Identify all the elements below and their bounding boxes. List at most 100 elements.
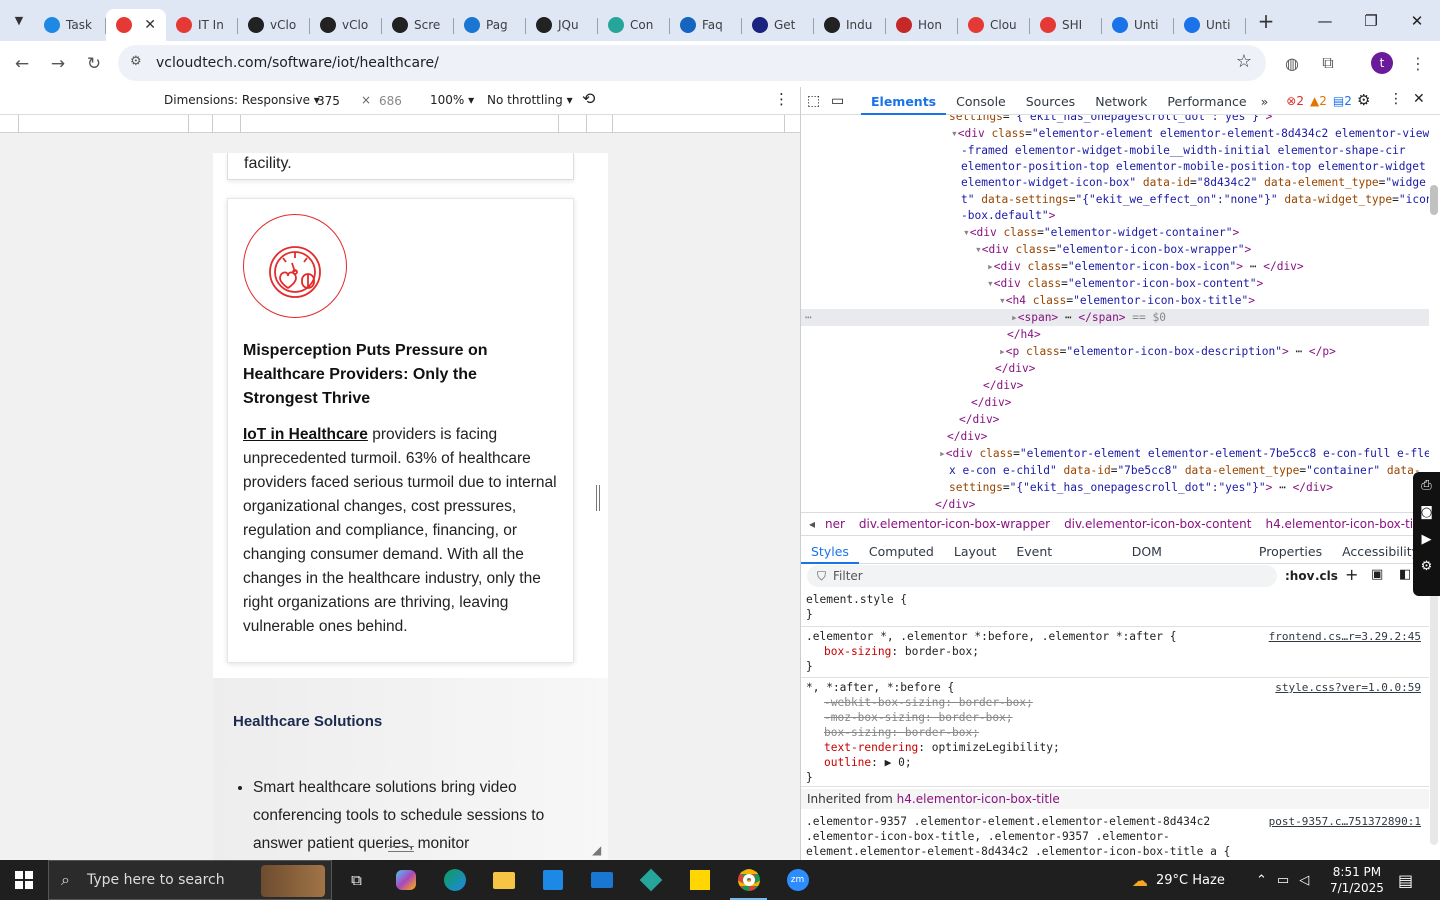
tab-elements[interactable]: Elements [861, 87, 947, 115]
warning-count-badge[interactable]: ▲2 [1310, 94, 1327, 108]
rendering-icon[interactable]: ▣ [1371, 567, 1383, 582]
rotate-icon[interactable]: ⟲ [582, 89, 595, 108]
tab-computed[interactable]: Computed [859, 538, 944, 564]
device-frame[interactable]: facility. Misperception Puts Pressure on… [213, 153, 608, 860]
tab-performance[interactable]: Performance [1157, 87, 1256, 115]
clock[interactable]: 8:51 PM 7/1/2025 [1330, 860, 1384, 900]
chrome-icon[interactable] [724, 860, 773, 900]
dimensions-select[interactable]: Dimensions: Responsive ▾ [164, 93, 320, 107]
url-text[interactable]: vcloudtech.com/software/iot/healthcare/ [156, 55, 439, 71]
breadcrumb-item[interactable]: h4.elementor-icon-box-title [1266, 517, 1429, 531]
css-rule[interactable]: style.css?ver=1.0.0:59 *, *:after, *:bef… [801, 680, 1429, 787]
device-more-icon[interactable]: ⋮ [774, 90, 789, 108]
media-query-ruler[interactable] [0, 115, 800, 133]
zoom-icon[interactable]: zm [773, 860, 822, 900]
network-icon[interactable]: ▭ [1277, 873, 1289, 888]
tab-console[interactable]: Console [946, 87, 1016, 115]
weather-widget[interactable]: ☁ 29°C Haze [1132, 860, 1225, 900]
sticky-notes-icon[interactable] [675, 860, 724, 900]
tab-layout[interactable]: Layout [944, 538, 1007, 564]
translate-icon[interactable]: ◍ [1274, 45, 1310, 81]
taskbar-search-input[interactable]: ⌕ Type here to search [48, 860, 332, 900]
width-input[interactable]: 375 [312, 91, 360, 111]
browser-tab[interactable]: JQu [526, 9, 598, 41]
styles-scrollbar[interactable] [1430, 585, 1438, 845]
dom-tree[interactable]: settings="{"ekit_has_onepagescroll_dot":… [801, 115, 1429, 512]
devtools-menu-icon[interactable]: ⋮ [1389, 91, 1403, 107]
file-explorer-icon[interactable] [479, 860, 528, 900]
cls-toggle[interactable]: .cls [1315, 569, 1338, 583]
extensions-icon[interactable]: ⧉ [1310, 45, 1346, 81]
browser-tab[interactable]: vClo [310, 9, 382, 41]
minimize-button[interactable]: — [1302, 0, 1348, 41]
app-diamond-icon[interactable] [626, 860, 675, 900]
browser-tab[interactable]: Pag [454, 9, 526, 41]
browser-tab[interactable]: IT In [166, 9, 238, 41]
tab-dom-breakpoints[interactable]: DOM Breakpoints [1122, 538, 1249, 586]
browser-tab[interactable]: Con [598, 9, 670, 41]
browser-tab[interactable]: Task [34, 9, 106, 41]
device-toggle-icon[interactable]: ▭ [831, 93, 861, 109]
tab-search-button[interactable]: ▼ [4, 6, 34, 36]
tab-event-listeners[interactable]: Event Listeners [1006, 538, 1121, 586]
hov-toggle[interactable]: :hov [1285, 569, 1314, 583]
copilot-icon[interactable] [381, 860, 430, 900]
edge-icon[interactable] [430, 860, 479, 900]
tab-properties[interactable]: Properties [1249, 538, 1332, 564]
mail-icon[interactable] [577, 860, 626, 900]
breadcrumb-item[interactable]: div.elementor-icon-box-content [1064, 517, 1251, 531]
settings-gear-icon[interactable]: ⚙ [1357, 91, 1370, 109]
sidebar-toggle-icon[interactable]: ◧ [1399, 567, 1411, 582]
chevron-up-icon[interactable]: ⌃ [1256, 873, 1267, 888]
browser-tab[interactable]: Hon [886, 9, 958, 41]
profile-avatar[interactable]: t [1364, 45, 1400, 81]
back-button[interactable]: ← [4, 46, 40, 82]
height-input[interactable]: 686 [374, 91, 422, 111]
notification-icon[interactable]: ▤ [1398, 860, 1413, 900]
browser-menu-icon[interactable]: ⋮ [1400, 45, 1436, 81]
store-icon[interactable] [528, 860, 577, 900]
close-window-button[interactable]: ✕ [1394, 0, 1440, 41]
browser-tab[interactable]: Scre [382, 9, 454, 41]
css-rule[interactable]: element.style { } [801, 592, 1429, 627]
tab-sources[interactable]: Sources [1016, 87, 1085, 115]
close-tab-icon[interactable]: ✕ [144, 17, 156, 33]
resize-handle-vertical[interactable] [596, 485, 600, 511]
browser-tab[interactable]: Unti [1174, 9, 1246, 41]
dom-scrollbar[interactable] [1430, 185, 1438, 215]
inspect-element-icon[interactable]: ⬚ [807, 93, 831, 109]
omnibox[interactable]: ⚙ vcloudtech.com/software/iot/healthcare… [118, 45, 1266, 81]
zoom-select[interactable]: 100% ▾ [430, 93, 474, 107]
browser-tab[interactable]: ✕ [106, 9, 166, 41]
gear-icon[interactable]: ⚙ [1413, 553, 1440, 580]
restore-button[interactable]: ❐ [1348, 0, 1394, 41]
breadcrumb-scroll-left-icon[interactable]: ◂ [809, 517, 815, 531]
new-tab-button[interactable]: + [1250, 9, 1282, 33]
resize-corner-icon[interactable]: ◢ [592, 843, 601, 857]
browser-tab[interactable]: Get [742, 9, 814, 41]
bookmark-star-icon[interactable]: ☆ [1236, 51, 1252, 72]
video-icon[interactable]: ▶ [1413, 526, 1440, 553]
site-settings-icon[interactable]: ⚙ [130, 54, 142, 69]
start-button[interactable] [0, 860, 48, 900]
camera-icon[interactable]: ◙ [1413, 499, 1440, 526]
error-count-badge[interactable]: ⊗2 [1286, 94, 1304, 108]
close-devtools-icon[interactable]: ✕ [1413, 91, 1425, 107]
styles-filter-input[interactable]: ⛉ Filter [807, 565, 1277, 587]
new-rule-icon[interactable]: + [1345, 565, 1358, 584]
breadcrumb-item[interactable]: div.elementor-icon-box-wrapper [859, 517, 1050, 531]
task-view-icon[interactable]: ⧉ [332, 860, 381, 900]
browser-tab[interactable]: vClo [238, 9, 310, 41]
browser-tab[interactable]: SHI [1030, 9, 1102, 41]
volume-icon[interactable]: ◁ [1299, 873, 1309, 888]
more-tabs-icon[interactable]: » [1257, 87, 1273, 115]
info-count-badge[interactable]: ▤2 [1333, 94, 1352, 108]
css-rule[interactable]: frontend.cs…r=3.29.2:45 .elementor *, .e… [801, 629, 1429, 678]
resize-handle-horizontal[interactable] [388, 846, 414, 852]
breadcrumb-item[interactable]: ner [825, 517, 845, 531]
browser-tab[interactable]: Clou [958, 9, 1030, 41]
throttle-select[interactable]: No throttling ▾ [487, 93, 573, 107]
browser-tab[interactable]: Faq [670, 9, 742, 41]
tab-network[interactable]: Network [1085, 87, 1157, 115]
iot-healthcare-link[interactable]: IoT in Healthcare [243, 426, 368, 443]
